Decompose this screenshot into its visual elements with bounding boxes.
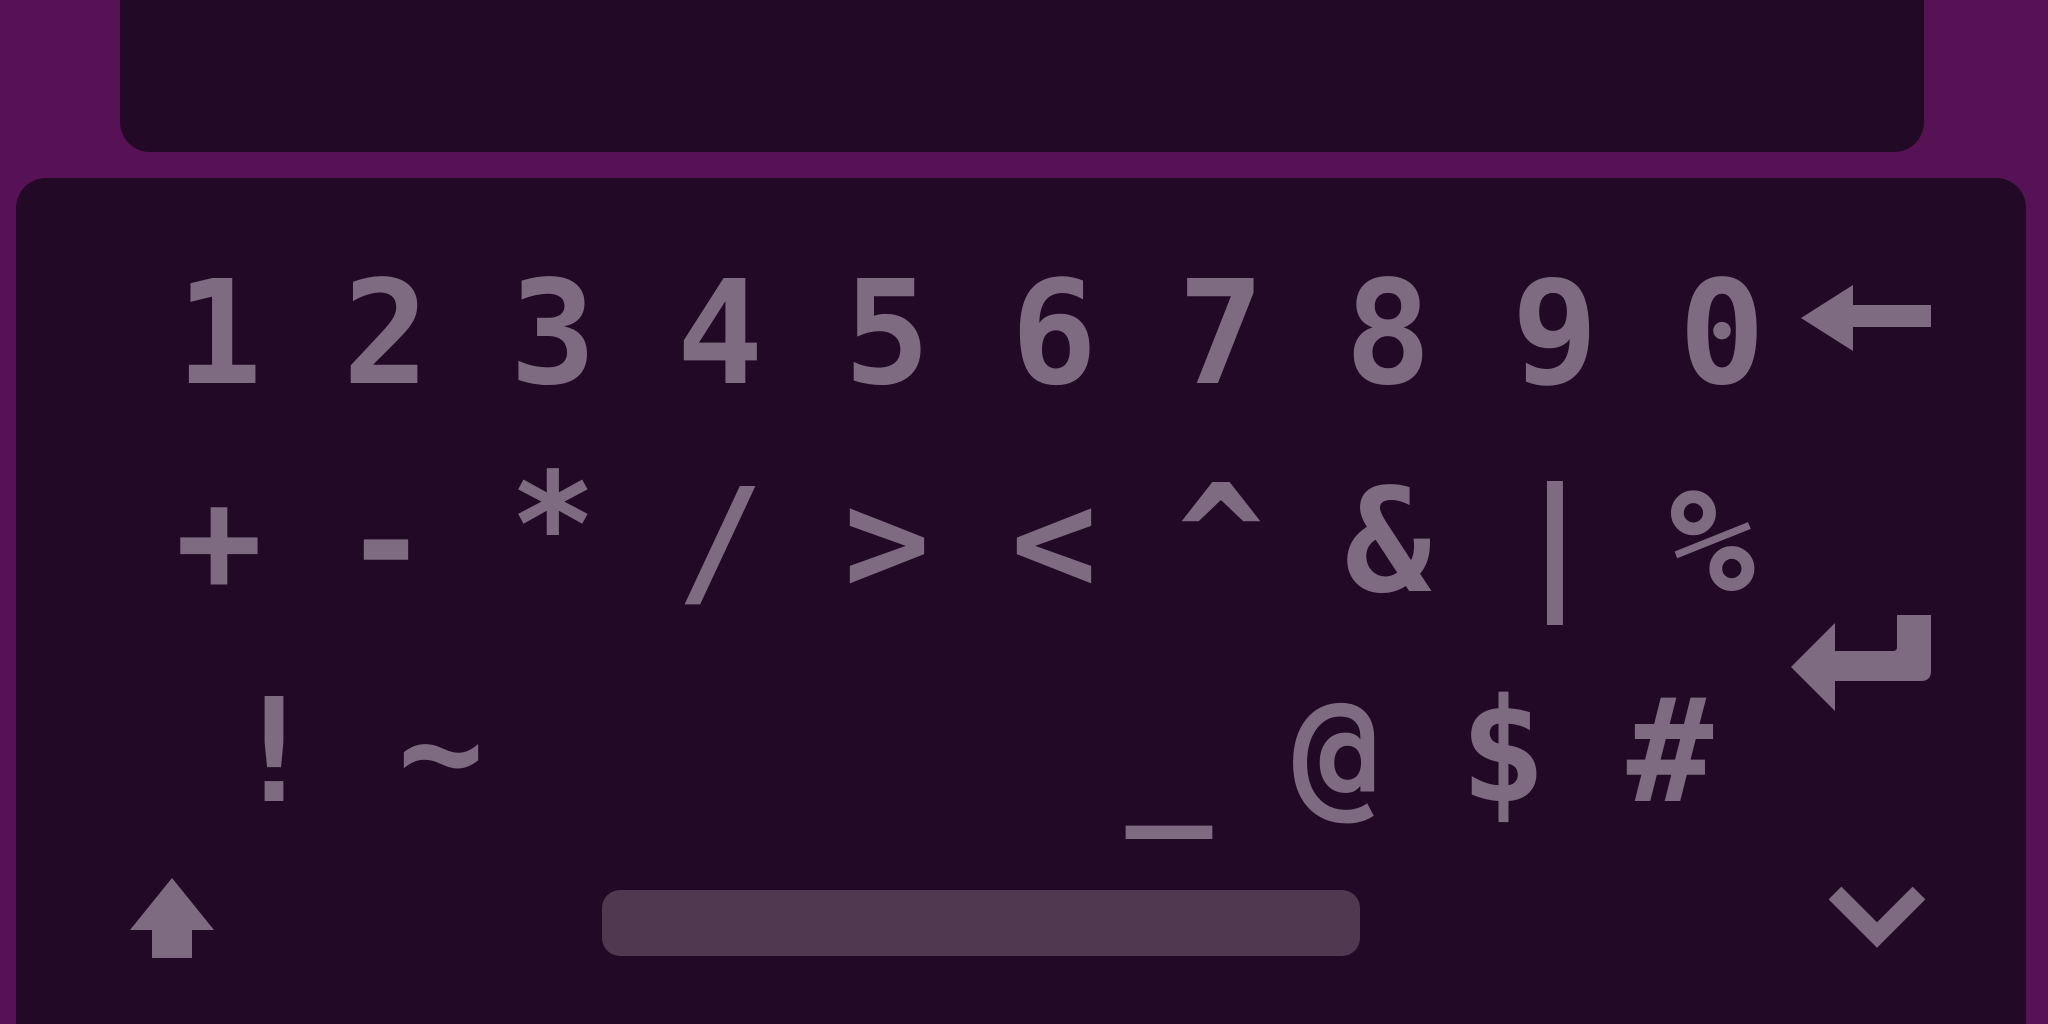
key-minus[interactable]: - [316, 469, 456, 613]
shift-up-arrow-icon [130, 878, 214, 958]
key-2[interactable]: 2 [316, 261, 456, 405]
key-caret[interactable]: ^ [1151, 465, 1291, 609]
key-percent[interactable]: % [1642, 469, 1782, 613]
chevron-down-icon [1829, 887, 1925, 948]
key-9[interactable]: 9 [1485, 261, 1625, 405]
key-dollar[interactable]: $ [1433, 679, 1573, 823]
key-at[interactable]: @ [1266, 679, 1406, 823]
key-7[interactable]: 7 [1151, 261, 1291, 405]
key-plus[interactable]: + [149, 469, 289, 613]
backspace-arrow-icon [1801, 285, 1931, 351]
key-6[interactable]: 6 [984, 261, 1124, 405]
key-hash[interactable]: # [1600, 679, 1740, 823]
key-1[interactable]: 1 [149, 261, 289, 405]
key-greater-than[interactable]: > [817, 469, 957, 613]
key-pipe[interactable]: | [1485, 469, 1625, 613]
space-bar[interactable] [602, 890, 1360, 956]
enter-key[interactable] [1776, 608, 1946, 718]
key-5[interactable]: 5 [817, 261, 957, 405]
key-ampersand[interactable]: & [1318, 469, 1458, 613]
symbol-keyboard: 1 2 3 4 5 6 7 8 9 0 + - * / > < ^ & | % … [16, 178, 2026, 1024]
key-exclamation[interactable]: ! [204, 679, 344, 823]
enter-return-icon [1791, 615, 1931, 711]
key-slash[interactable]: / [650, 469, 790, 613]
backspace-key[interactable] [1786, 268, 1946, 368]
key-asterisk[interactable]: * [483, 453, 623, 597]
key-4[interactable]: 4 [650, 261, 790, 405]
key-3[interactable]: 3 [483, 261, 623, 405]
key-0[interactable]: 0 [1652, 261, 1792, 405]
shift-key[interactable] [112, 868, 232, 968]
key-underscore[interactable]: _ [1099, 683, 1239, 827]
text-input-field[interactable] [120, 0, 1924, 152]
key-8[interactable]: 8 [1318, 261, 1458, 405]
hide-keyboard-button[interactable] [1822, 878, 1932, 958]
key-tilde[interactable]: ~ [371, 679, 511, 823]
key-less-than[interactable]: < [984, 469, 1124, 613]
